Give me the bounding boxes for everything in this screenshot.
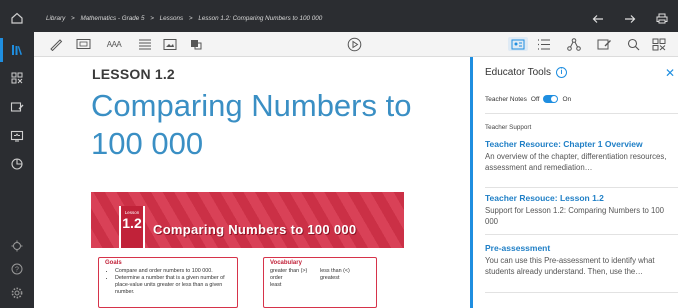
back-arrow-icon[interactable] xyxy=(592,11,604,29)
teacher-support-label: Teacher Support xyxy=(485,124,532,131)
educator-tools-icon[interactable] xyxy=(508,37,528,51)
vocab-term: least xyxy=(270,282,282,288)
goals-title: Goals xyxy=(105,260,122,266)
goal-item: Determine a number that is a given numbe… xyxy=(115,275,231,296)
banner-header: Lesson 1.2 Comparing Numbers to 100 000 xyxy=(91,192,404,248)
breadcrumb-separator: > xyxy=(150,15,154,22)
notes-off-label: Off xyxy=(530,95,540,103)
goals-box: Goals Compare and order numbers to 100 0… xyxy=(98,257,238,308)
breadcrumb-separator: > xyxy=(188,15,193,22)
panel-header: Educator Tools i xyxy=(485,67,567,78)
screen-icon[interactable] xyxy=(75,37,91,51)
teacher-notes-toggle[interactable] xyxy=(543,95,559,103)
info-icon[interactable]: i xyxy=(555,67,567,78)
resource-description: Support for Lesson 1.2: Comparing Number… xyxy=(485,206,664,226)
panel-title: Educator Tools xyxy=(485,67,551,78)
lesson-label: LESSON 1.2 xyxy=(92,66,175,82)
pen-icon[interactable] xyxy=(48,37,64,51)
vocabulary-title: Vocabulary xyxy=(270,260,302,266)
notes-on-label: On xyxy=(562,95,572,103)
toc-icon[interactable] xyxy=(536,37,552,51)
breadcrumb-current-lesson: Lesson 1.2: Comparing Numbers to 100 000 xyxy=(198,15,323,22)
vocab-term: order xyxy=(270,275,283,281)
lesson-title: Comparing Numbers to 100 000 xyxy=(91,88,412,161)
top-actions xyxy=(592,11,668,29)
teacher-notes-row: Teacher Notes Off On xyxy=(485,95,571,103)
breadcrumb: Library > Mathematics - Grade 5 > Lesson… xyxy=(46,15,326,22)
top-bar: Library > Mathematics - Grade 5 > Lesson… xyxy=(34,0,678,32)
divider xyxy=(485,187,678,188)
search-icon[interactable] xyxy=(625,37,641,51)
resource-title[interactable]: Teacher Resource: Chapter 1 Overview xyxy=(485,139,673,149)
resource-item[interactable]: Pre-assessment You can use this Pre-asse… xyxy=(485,243,673,277)
reports-icon[interactable] xyxy=(7,154,27,174)
apps-icon[interactable] xyxy=(7,68,27,88)
lesson-content: LESSON 1.2 Comparing Numbers to 100 000 … xyxy=(34,57,470,308)
vocabulary-box: Vocabulary greater than (>) less than (<… xyxy=(263,257,377,308)
left-nav-rail: ? xyxy=(0,0,34,308)
breadcrumb-library[interactable]: Library xyxy=(46,15,65,22)
svg-text:?: ? xyxy=(15,267,19,274)
vocab-term xyxy=(320,282,370,289)
print-icon[interactable] xyxy=(656,11,668,29)
reader-toolbar: AAA xyxy=(34,32,678,57)
network-icon[interactable] xyxy=(566,37,582,51)
help-icon[interactable]: ? xyxy=(7,259,27,279)
present-icon[interactable] xyxy=(7,126,27,146)
library-icon[interactable] xyxy=(0,38,27,62)
assignments-icon[interactable] xyxy=(7,97,27,117)
notes-edit-icon[interactable] xyxy=(596,37,612,51)
play-icon[interactable] xyxy=(346,37,362,51)
resource-item[interactable]: Teacher Resouce: Lesson 1.2 Support for … xyxy=(485,193,673,227)
grid-icon[interactable] xyxy=(651,37,667,51)
close-icon[interactable]: ✕ xyxy=(665,66,675,80)
forward-arrow-icon[interactable] xyxy=(624,11,636,29)
resource-title[interactable]: Pre-assessment xyxy=(485,243,673,253)
badge-number: 1.2 xyxy=(122,215,142,231)
line-spacing-icon[interactable] xyxy=(137,37,153,51)
breadcrumb-lessons[interactable]: Lessons xyxy=(160,15,183,22)
goal-item: Compare and order numbers to 100 000. xyxy=(115,268,231,275)
vocab-term: greatest xyxy=(320,275,340,281)
lesson-badge: Lesson 1.2 xyxy=(119,206,145,248)
resource-description: An overview of the chapter, differentiat… xyxy=(485,152,667,172)
educator-tools-panel: Educator Tools i ✕ Teacher Notes Off On … xyxy=(470,57,678,308)
divider xyxy=(485,113,678,114)
app-window: ? Library > Mathematics - Grade 5 > Less… xyxy=(0,0,678,308)
image-icon[interactable] xyxy=(162,37,178,51)
font-size-label: AAA xyxy=(106,39,122,49)
translate-icon[interactable] xyxy=(188,37,204,51)
divider xyxy=(485,292,678,293)
settings-dial-icon[interactable] xyxy=(7,236,27,256)
teacher-notes-label: Teacher Notes xyxy=(485,95,527,103)
resource-description: You can use this Pre-assessment to ident… xyxy=(485,256,655,276)
vocab-term: greater than (>) xyxy=(270,268,308,274)
home-icon[interactable] xyxy=(7,8,27,28)
breadcrumb-separator: > xyxy=(71,15,75,22)
lesson-banner: Lesson 1.2 Comparing Numbers to 100 000 … xyxy=(91,192,404,308)
resource-title[interactable]: Teacher Resouce: Lesson 1.2 xyxy=(485,193,673,203)
resource-item[interactable]: Teacher Resource: Chapter 1 Overview An … xyxy=(485,139,673,173)
vocab-term: less than (<) xyxy=(320,268,350,274)
divider xyxy=(485,234,678,235)
breadcrumb-course[interactable]: Mathematics - Grade 5 xyxy=(80,15,144,22)
font-size-icon[interactable]: AAA xyxy=(104,37,124,51)
banner-title: Comparing Numbers to 100 000 xyxy=(153,222,357,237)
gear-icon[interactable] xyxy=(7,283,27,303)
